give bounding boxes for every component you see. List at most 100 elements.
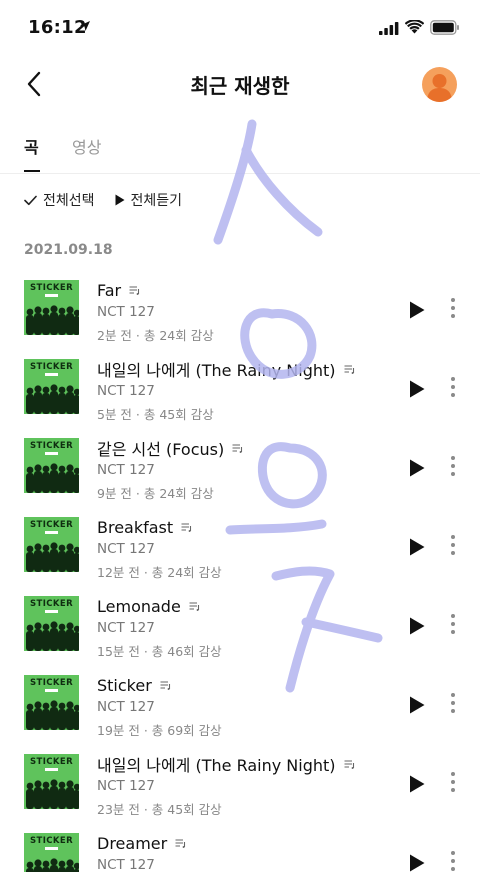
date-group-header: 2021.09.18 — [24, 242, 113, 258]
play-button[interactable] — [405, 851, 429, 872]
lyrics-icon — [175, 838, 186, 848]
page-title: 최근 재생한 — [190, 74, 290, 98]
song-artist[interactable]: NCT 127 — [97, 857, 155, 872]
album-cover-figures — [26, 542, 79, 572]
song-row[interactable]: STICKER Breakfast NCT 127 12분 전 · 총 24회 … — [0, 507, 480, 586]
album-cover-tag — [45, 847, 58, 850]
song-artist[interactable]: NCT 127 — [97, 462, 155, 478]
play-button[interactable] — [405, 535, 429, 559]
song-play-info: 12분 전 · 총 24회 감상 — [97, 565, 222, 580]
album-cover[interactable]: STICKER — [24, 517, 79, 572]
album-cover[interactable]: STICKER — [24, 280, 79, 335]
album-cover-text: STICKER — [29, 520, 74, 530]
app-header: 최근 재생한 — [0, 58, 480, 110]
lyrics-icon — [181, 522, 192, 532]
play-icon — [410, 301, 425, 319]
album-cover-figures — [26, 858, 79, 872]
song-artist[interactable]: NCT 127 — [97, 620, 155, 636]
status-bar: 16:12 — [0, 0, 480, 52]
song-row[interactable]: STICKER 같은 시선 (Focus) NCT 127 9분 전 · 총 2… — [0, 428, 480, 507]
album-cover-figures — [26, 779, 79, 809]
song-artist[interactable]: NCT 127 — [97, 383, 155, 399]
play-icon — [410, 538, 425, 556]
song-row[interactable]: STICKER Far NCT 127 2분 전 · 총 24회 감상 — [0, 270, 480, 349]
battery-icon — [430, 20, 459, 35]
active-tab-indicator — [24, 170, 40, 172]
more-options-button[interactable] — [446, 533, 460, 557]
album-cover[interactable]: STICKER — [24, 359, 79, 414]
tab-bar: 곡 영상 — [0, 128, 480, 174]
lyrics-icon — [344, 364, 355, 374]
play-button[interactable] — [405, 298, 429, 322]
song-title[interactable]: 내일의 나에게 (The Rainy Night) — [97, 357, 336, 381]
song-row[interactable]: STICKER Sticker NCT 127 19분 전 · 총 69회 감상 — [0, 665, 480, 744]
song-title[interactable]: Far — [97, 281, 121, 300]
album-cover-tag — [45, 610, 58, 613]
album-cover[interactable]: STICKER — [24, 833, 79, 872]
play-button[interactable] — [405, 614, 429, 638]
song-list: STICKER Far NCT 127 2분 전 · 총 24회 감상 STIC… — [0, 270, 480, 872]
song-title[interactable]: Lemonade — [97, 597, 181, 616]
more-vertical-icon — [451, 456, 455, 476]
song-title-line: 같은 시선 (Focus) — [97, 437, 243, 459]
avatar[interactable] — [422, 67, 457, 102]
tab-songs[interactable]: 곡 — [24, 134, 39, 158]
song-play-info: 23분 전 · 총 45회 감상 — [97, 802, 222, 817]
select-all-button[interactable]: 전체선택 — [24, 190, 95, 210]
lyrics-icon — [189, 601, 200, 611]
play-icon — [410, 617, 425, 635]
more-options-button[interactable] — [446, 612, 460, 636]
song-artist[interactable]: NCT 127 — [97, 699, 155, 715]
song-artist[interactable]: NCT 127 — [97, 304, 155, 320]
more-options-button[interactable] — [446, 375, 460, 399]
album-cover-figures — [26, 621, 79, 651]
play-icon — [410, 775, 425, 793]
song-row[interactable]: STICKER Dreamer NCT 127 — [0, 823, 480, 872]
song-play-info: 2분 전 · 총 24회 감상 — [97, 328, 214, 343]
song-title-line: Breakfast — [97, 516, 192, 538]
play-icon — [115, 194, 125, 206]
song-title-line: Dreamer — [97, 832, 186, 854]
album-cover-text: STICKER — [29, 757, 74, 767]
more-options-button[interactable] — [446, 770, 460, 794]
song-row[interactable]: STICKER 내일의 나에게 (The Rainy Night) NCT 12… — [0, 744, 480, 823]
song-title[interactable]: 같은 시선 (Focus) — [97, 436, 224, 460]
song-title[interactable]: 내일의 나에게 (The Rainy Night) — [97, 752, 336, 776]
album-cover[interactable]: STICKER — [24, 438, 79, 493]
song-title[interactable]: Dreamer — [97, 834, 167, 853]
album-cover-tag — [45, 294, 58, 297]
song-title[interactable]: Sticker — [97, 676, 152, 695]
song-play-info: 9분 전 · 총 24회 감상 — [97, 486, 214, 501]
album-cover[interactable]: STICKER — [24, 596, 79, 651]
wifi-icon — [405, 20, 424, 34]
play-icon — [410, 696, 425, 714]
play-button[interactable] — [405, 456, 429, 480]
play-all-button[interactable]: 전체듣기 — [115, 190, 182, 210]
song-title-line: Lemonade — [97, 595, 200, 617]
lyrics-icon — [160, 680, 171, 690]
song-row[interactable]: STICKER Lemonade NCT 127 15분 전 · 총 46회 감… — [0, 586, 480, 665]
album-cover-tag — [45, 452, 58, 455]
list-actions: 전체선택 전체듣기 — [24, 189, 202, 211]
song-play-info: 19분 전 · 총 69회 감상 — [97, 723, 222, 738]
play-button[interactable] — [405, 377, 429, 401]
album-cover-figures — [26, 463, 79, 493]
play-icon — [410, 380, 425, 398]
more-options-button[interactable] — [446, 296, 460, 320]
song-row[interactable]: STICKER 내일의 나에게 (The Rainy Night) NCT 12… — [0, 349, 480, 428]
play-button[interactable] — [405, 693, 429, 717]
more-vertical-icon — [451, 851, 455, 871]
more-options-button[interactable] — [446, 849, 460, 872]
song-artist[interactable]: NCT 127 — [97, 778, 155, 794]
song-title[interactable]: Breakfast — [97, 518, 173, 537]
album-cover[interactable]: STICKER — [24, 754, 79, 809]
more-options-button[interactable] — [446, 454, 460, 478]
album-cover-text: STICKER — [29, 283, 74, 293]
play-button[interactable] — [405, 772, 429, 796]
song-artist[interactable]: NCT 127 — [97, 541, 155, 557]
album-cover-figures — [26, 305, 79, 335]
more-options-button[interactable] — [446, 691, 460, 715]
album-cover[interactable]: STICKER — [24, 675, 79, 730]
song-title-line: 내일의 나에게 (The Rainy Night) — [97, 358, 355, 380]
tab-videos[interactable]: 영상 — [72, 134, 101, 158]
